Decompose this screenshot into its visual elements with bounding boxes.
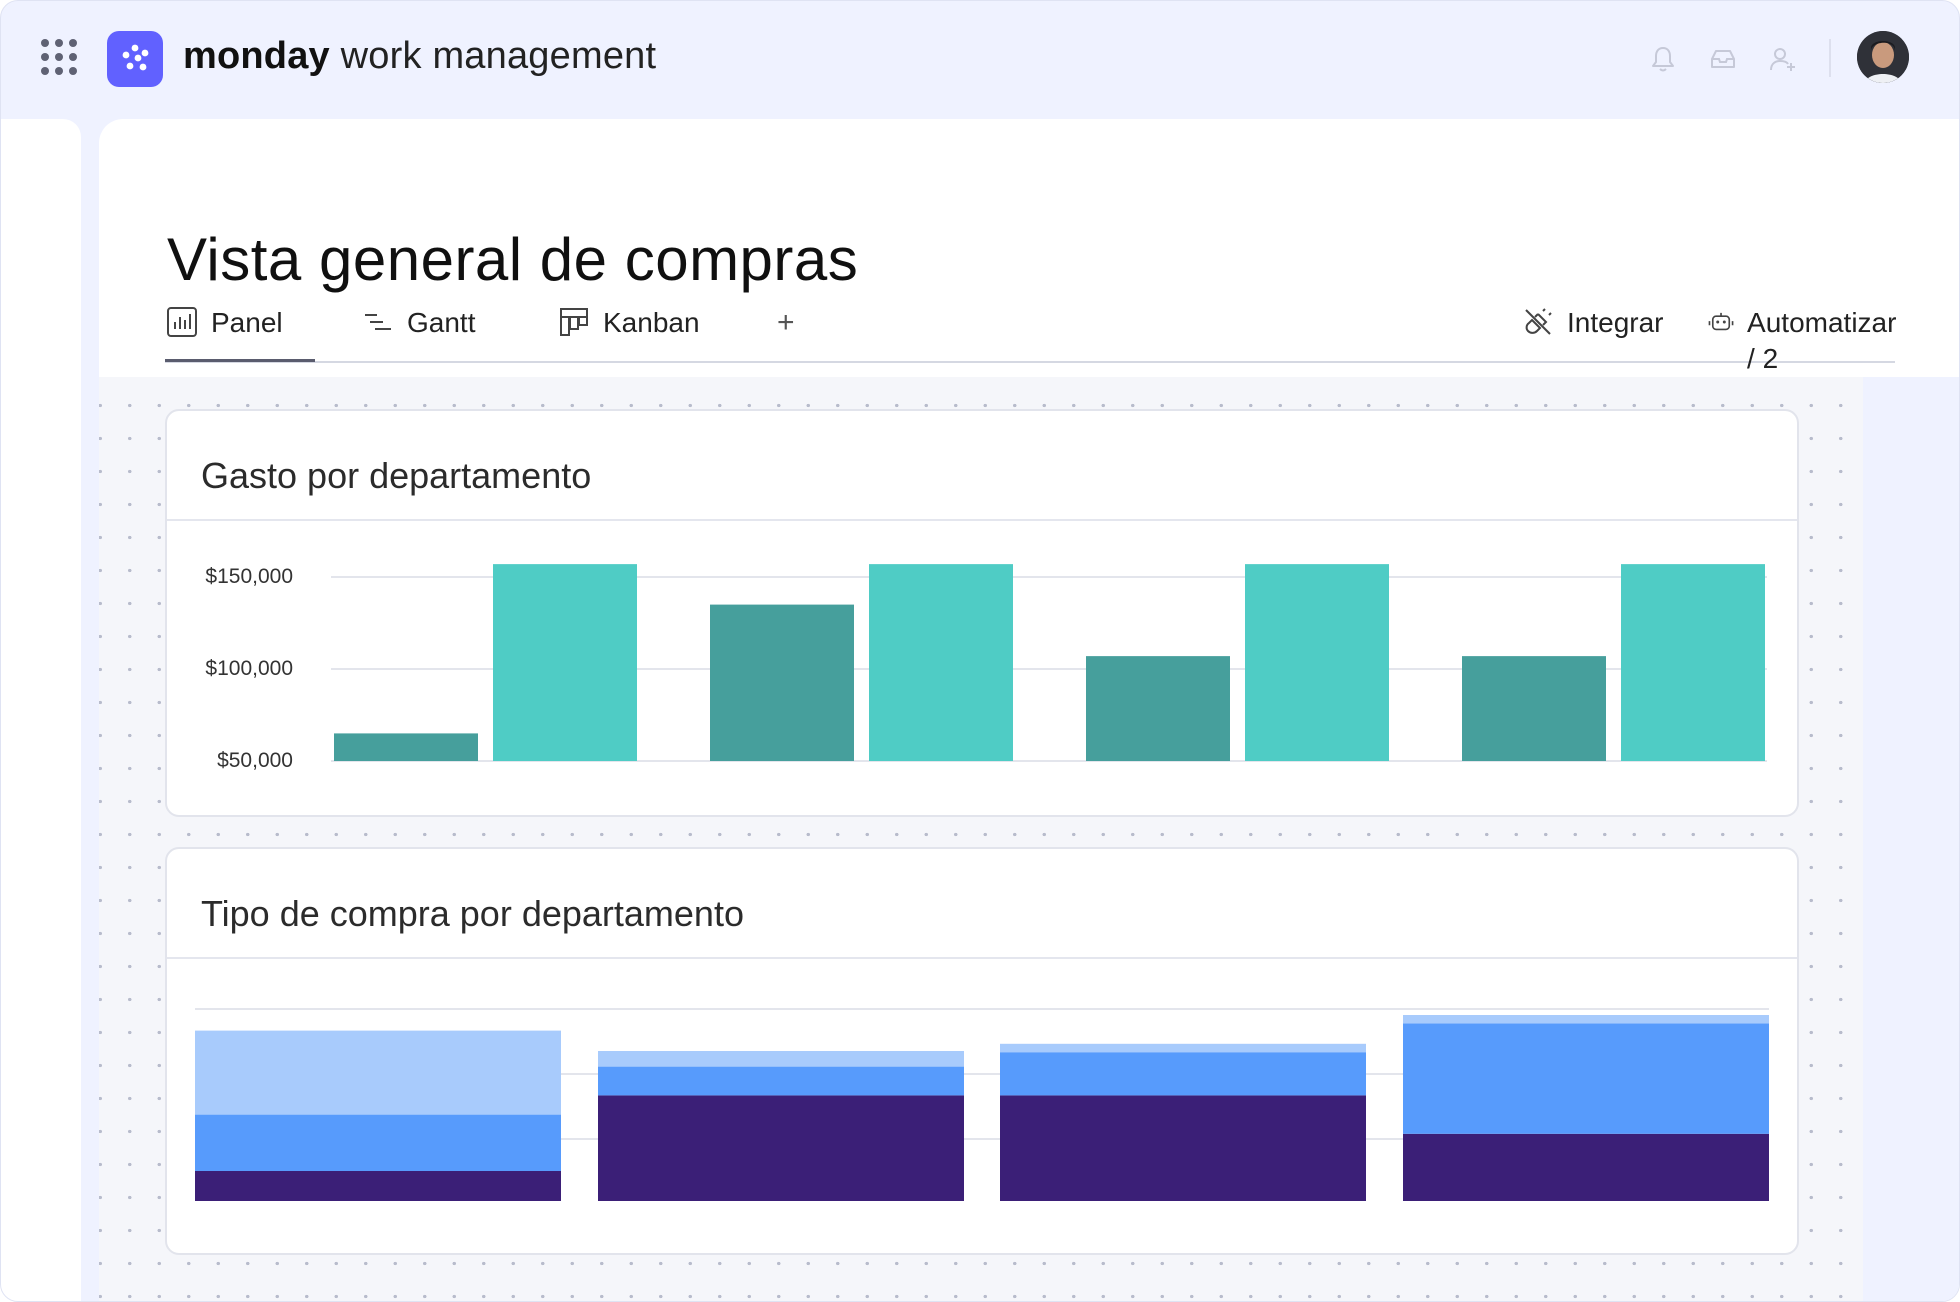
brand-rest: work management: [329, 35, 657, 77]
inbox-icon[interactable]: [1707, 43, 1739, 75]
integrate-button[interactable]: Integrar: [1521, 305, 1664, 359]
chart-title: Tipo de compra por departamento: [201, 893, 744, 934]
header-divider: [1829, 39, 1831, 77]
stacked-bar-segment: [1403, 1023, 1769, 1134]
right-panel-edge: [1863, 377, 1959, 1301]
stacked-bar-segment: [195, 1030, 561, 1115]
stacked-bar-segment: [1403, 1015, 1769, 1024]
automate-button[interactable]: Automatizar / 2: [1707, 305, 1902, 374]
bell-icon[interactable]: [1647, 43, 1679, 75]
bar: [1086, 656, 1230, 761]
tab-label: Gantt: [407, 307, 476, 338]
purchase-type-stacked-chart: [195, 1008, 1769, 1201]
card-divider: [167, 519, 1797, 521]
bar: [1621, 564, 1765, 761]
integrate-label: Integrar: [1567, 307, 1664, 338]
app-window: monday work management Vista general de: [0, 0, 1960, 1302]
gantt-icon: [365, 314, 391, 330]
app-switcher-icon[interactable]: [41, 39, 81, 79]
bar: [334, 733, 478, 761]
brand-bold: monday: [183, 35, 330, 77]
avatar[interactable]: [1857, 31, 1909, 83]
tab-gantt[interactable]: Gantt: [361, 305, 475, 359]
chart-title: Gasto por departamento: [201, 455, 592, 496]
tab-kanban[interactable]: Kanban: [557, 305, 700, 359]
y-tick-label: $100,000: [205, 657, 293, 680]
bar: [1462, 656, 1606, 761]
stacked-bar-segment: [195, 1171, 561, 1201]
kanban-icon: [560, 308, 588, 336]
plug-icon: [1525, 308, 1552, 335]
bar: [710, 604, 854, 761]
chart-card-spend[interactable]: Gasto por departamento $150,000 $100,000 $…: [165, 409, 1799, 817]
tab-panel[interactable]: Panel: [165, 305, 315, 362]
dashboard-icon: [167, 307, 197, 337]
stacked-bar-segment: [195, 1114, 561, 1171]
add-view-button[interactable]: +: [777, 305, 795, 359]
y-tick-label: $50,000: [217, 749, 293, 772]
y-tick-label: $150,000: [205, 565, 293, 588]
monday-logo-icon[interactable]: [107, 31, 163, 87]
left-sidebar: [1, 119, 81, 1301]
stacked-bar-segment: [598, 1066, 964, 1096]
stacked-bar-segment: [1000, 1052, 1366, 1096]
stacked-bar-segment: [598, 1095, 964, 1201]
brand-name: monday work management: [183, 35, 656, 78]
automate-label: Automatizar / 2: [1747, 307, 1897, 374]
tab-label: Panel: [211, 307, 283, 338]
stacked-bar-segment: [1000, 1095, 1366, 1201]
tab-label: Kanban: [603, 307, 700, 338]
bar: [869, 564, 1013, 761]
card-divider: [167, 957, 1797, 959]
top-bar: monday work management: [1, 1, 1959, 119]
stacked-bar-segment: [1403, 1133, 1769, 1201]
chart-card-purchase-type[interactable]: Tipo de compra por departamento: [165, 847, 1799, 1255]
stacked-bar-segment: [598, 1051, 964, 1067]
spend-bar-chart: $150,000 $100,000 $50,000: [205, 564, 1767, 772]
page-title: Vista general de compras: [167, 226, 859, 294]
add-view-label: +: [777, 306, 795, 339]
view-tabs: Panel Gantt Kanban + Integrar Automatiza…: [165, 305, 1896, 374]
invite-user-icon[interactable]: [1767, 43, 1799, 75]
bar: [493, 564, 637, 761]
bar: [1245, 564, 1389, 761]
stacked-bar-segment: [1000, 1043, 1366, 1053]
board-panel: Vista general de compras Panel Gantt Kan…: [99, 119, 1959, 1301]
robot-icon: [1708, 312, 1734, 331]
